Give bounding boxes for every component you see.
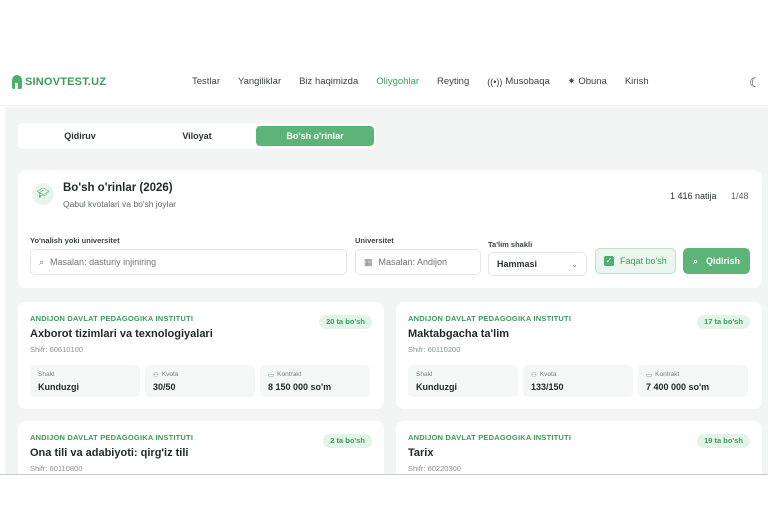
nav-testlar[interactable]: Testlar (192, 76, 220, 87)
building-icon: ▦ (364, 256, 373, 267)
tab-bar: Qidiruv Viloyat Bo'sh o'rinlar (18, 123, 376, 149)
logo-text: SINOVTEST.UZ (25, 76, 107, 88)
nav-biz-haqimizda[interactable]: Biz haqimizda (299, 76, 358, 87)
institution-name: ANDIJON DAVLAT PEDAGOGIKA INSTITUTI (408, 433, 572, 442)
stat-contract-label: Kontrakt (655, 371, 680, 378)
direction-search-input[interactable]: ⌕ Masalan: dasturiy injiniring (30, 249, 347, 275)
stat-contract-value: 8 150 000 so'm (268, 382, 332, 392)
top-header: SINOVTEST.UZ Testlar Yangiliklar Biz haq… (0, 60, 768, 106)
stat-form: Shakl Kunduzgi (408, 365, 518, 397)
vacancy-badge: 20 ta bo'sh (319, 315, 372, 329)
stat-form-label: Shakl (416, 371, 433, 378)
stat-form: Shakl Kunduzgi (30, 365, 140, 397)
university-input[interactable]: ▦ Masalan: Andijon (355, 249, 481, 275)
nav-yangiliklar[interactable]: Yangiliklar (238, 76, 281, 87)
tab-bosh-orinlar[interactable]: Bo'sh o'rinlar (256, 126, 374, 146)
search-button[interactable]: ⌕ Qidirish (683, 248, 750, 274)
bottom-divider (0, 474, 768, 475)
program-code: Shifr: 60220300 (408, 464, 461, 473)
money-icon: ▭ (268, 372, 275, 379)
tab-viloyat[interactable]: Viloyat (138, 126, 256, 146)
logo[interactable]: SINOVTEST.UZ (12, 75, 106, 89)
nav-musobaqa[interactable]: ((•)) Musobaqa (487, 76, 550, 87)
nav-reyting[interactable]: Reyting (437, 76, 469, 87)
results-count: 1 416 natija (670, 191, 717, 201)
chevron-down-icon: ⌄ (571, 259, 578, 269)
page-title: Bo'sh o'rinlar (2026) (63, 182, 173, 194)
direction-placeholder: Masalan: dasturiy injiniring (50, 257, 157, 267)
program-card[interactable]: ANDIJON DAVLAT PEDAGOGIKA INSTITUTI 2 ta… (18, 421, 384, 475)
institution-name: ANDIJON DAVLAT PEDAGOGIKA INSTITUTI (30, 433, 194, 442)
program-card[interactable]: ANDIJON DAVLAT PEDAGOGIKA INSTITUTI 19 t… (396, 421, 762, 475)
main-content: Qidiruv Viloyat Bo'sh o'rinlar 🎓︎ Bo'sh … (5, 107, 768, 475)
search-icon: ⌕ (39, 256, 45, 267)
university-label: Universitet (355, 236, 394, 245)
form-label: Ta'lim shakli (488, 240, 533, 249)
stat-form-value: Kunduzgi (416, 382, 457, 392)
program-title: Ona tili va adabiyoti: qirg'iz tili (30, 447, 189, 459)
stat-form-label: Shakl (38, 371, 55, 378)
sparkle-icon: ✷ (567, 76, 576, 86)
nav-oliygohlar[interactable]: Oliygohlar (376, 76, 419, 87)
only-empty-label: Faqat bo'sh (620, 256, 667, 266)
users-icon: ⚇ (531, 372, 537, 379)
program-title: Maktabgacha ta'lim (408, 328, 510, 340)
university-placeholder: Masalan: Andijon (378, 257, 448, 267)
program-title: Axborot tizimlari va texnologiyalari (30, 328, 213, 340)
program-card[interactable]: ANDIJON DAVLAT PEDAGOGIKA INSTITUTI 17 t… (396, 302, 762, 409)
institution-name: ANDIJON DAVLAT PEDAGOGIKA INSTITUTI (408, 314, 572, 323)
only-empty-toggle[interactable]: ✓ Faqat bo'sh (595, 248, 676, 274)
form-select-value: Hammasi (497, 259, 538, 269)
stat-contract: ▭ Kontrakt 8 150 000 so'm (260, 365, 370, 397)
program-code: Shifr: 60110800 (30, 464, 83, 473)
moon-icon[interactable]: ☾ (749, 75, 761, 91)
stat-quota: ⚇ Kvota 30/50 (145, 365, 255, 397)
direction-label: Yo'nalish yoki universitet (30, 236, 120, 245)
stat-quota: ⚇ Kvota 133/150 (523, 365, 633, 397)
stat-quota-label: Kvota (161, 371, 179, 378)
page-subtitle: Qabul kvotalari va bo'sh joylar (63, 199, 177, 209)
program-title: Tarix (408, 447, 434, 459)
broadcast-icon: ((•)) (487, 76, 503, 87)
stat-contract: ▭ Kontrakt 7 400 000 so'm (638, 365, 748, 397)
nav-kirish[interactable]: Kirish (625, 76, 649, 87)
institution-name: ANDIJON DAVLAT PEDAGOGIKA INSTITUTI (30, 314, 194, 323)
graduation-cap-icon: 🎓︎ (32, 183, 54, 205)
search-icon: ⌕ (692, 255, 699, 266)
vacancy-badge: 17 ta bo'sh (697, 315, 750, 329)
tab-qidiruv[interactable]: Qidiruv (21, 126, 139, 146)
page-indicator: 1/48 (731, 191, 749, 201)
stat-quota-value: 133/150 (531, 382, 564, 392)
stat-form-value: Kunduzgi (38, 382, 79, 392)
program-card[interactable]: ANDIJON DAVLAT PEDAGOGIKA INSTITUTI 20 t… (18, 302, 384, 409)
stat-quota-value: 30/50 (153, 382, 176, 392)
nav-obuna[interactable]: ✷ Obuna (568, 76, 607, 87)
users-icon: ⚇ (153, 372, 159, 379)
vacancy-badge: 2 ta bo'sh (323, 434, 372, 448)
checkbox-checked-icon: ✓ (604, 256, 614, 266)
money-icon: ▭ (646, 372, 653, 379)
logo-icon (12, 75, 22, 89)
vacancy-badge: 19 ta bo'sh (697, 434, 750, 448)
program-code: Shifr: 60610100 (30, 345, 83, 354)
filter-panel: 🎓︎ Bo'sh o'rinlar (2026) Qabul kvotalari… (18, 170, 762, 288)
stat-contract-label: Kontrakt (277, 371, 302, 378)
search-button-label: Qidirish (706, 256, 741, 266)
program-code: Shifr: 60110200 (408, 345, 461, 354)
stat-quota-label: Kvota (539, 371, 557, 378)
main-nav: Testlar Yangiliklar Biz haqimizda Oliygo… (192, 76, 667, 87)
stat-contract-value: 7 400 000 so'm (646, 382, 710, 392)
form-select[interactable]: Hammasi ⌄ (488, 252, 587, 276)
